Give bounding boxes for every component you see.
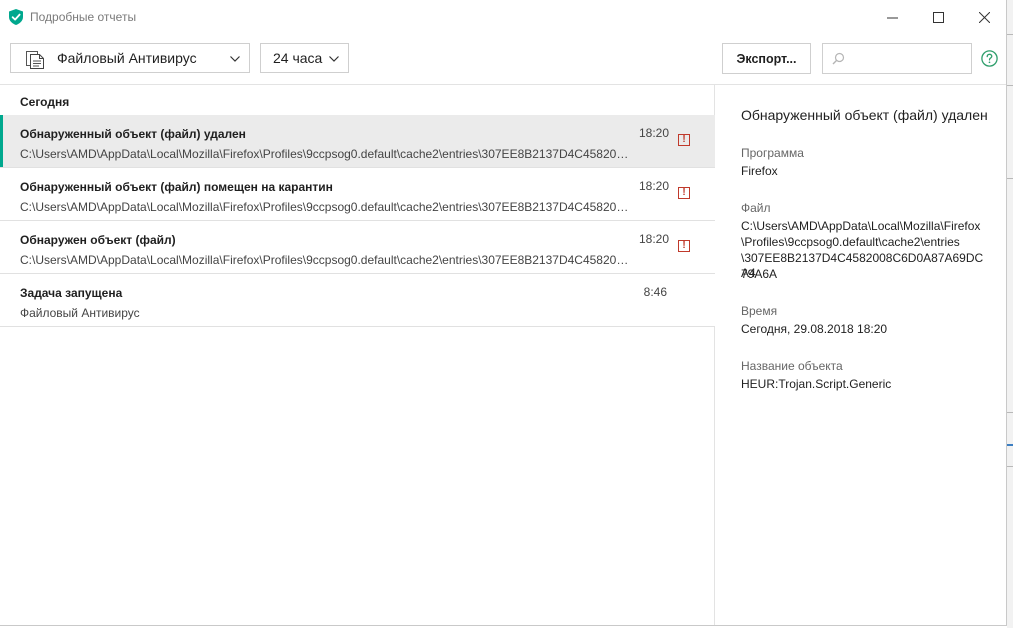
shield-icon: [9, 9, 23, 25]
file-path-line: \Profiles\9ccpsog0.default\cache2\entrie…: [741, 235, 960, 249]
event-path: C:\Users\AMD\AppData\Local\Mozilla\Firef…: [20, 253, 632, 267]
event-time: 18:20: [638, 126, 669, 140]
search-icon: [832, 52, 845, 65]
table-row[interactable]: Обнаружен объект (файл) C:\Users\AMD\App…: [0, 221, 715, 274]
reports-window: Подробные отчеты Файловый Антивирус 24 ч…: [0, 0, 1007, 626]
program-label: Программа: [741, 146, 804, 160]
alert-icon: !: [678, 134, 690, 146]
table-row[interactable]: Обнаруженный объект (файл) удален C:\Use…: [0, 115, 715, 168]
maximize-button[interactable]: [915, 0, 961, 34]
events-list: Сегодня Обнаруженный объект (файл) удале…: [0, 85, 715, 625]
event-title: Обнаруженный объект (файл) удален: [20, 127, 246, 141]
event-title: Обнаружен объект (файл): [20, 233, 176, 247]
event-path: C:\Users\AMD\AppData\Local\Mozilla\Firef…: [20, 200, 632, 214]
event-time: 18:20: [638, 179, 669, 193]
time-value: Сегодня, 29.08.2018 18:20: [741, 322, 888, 336]
minimize-button[interactable]: [869, 0, 915, 34]
event-title: Обнаруженный объект (файл) помещен на ка…: [20, 180, 333, 194]
detail-title: Обнаруженный объект (файл) удален: [741, 107, 988, 123]
event-rows: Обнаруженный объект (файл) удален C:\Use…: [0, 115, 715, 327]
minimize-icon: [886, 17, 898, 18]
alert-icon: !: [678, 240, 690, 252]
alert-icon: !: [678, 187, 690, 199]
export-button[interactable]: Экспорт...: [722, 43, 811, 74]
background-window-edge: [1007, 0, 1013, 628]
time-label: Время: [741, 304, 778, 318]
toolbar: Файловый Антивирус 24 часа Экспорт...: [0, 34, 1006, 85]
component-dropdown[interactable]: Файловый Антивирус: [10, 43, 250, 73]
event-title: Задача запущена: [20, 286, 123, 300]
period-dropdown-label: 24 часа: [273, 50, 323, 66]
event-time: 8:46: [643, 285, 667, 299]
help-icon[interactable]: [981, 50, 998, 67]
event-source: Файловый Антивирус: [20, 306, 140, 320]
period-dropdown[interactable]: 24 часа: [260, 43, 349, 73]
program-value: Firefox: [741, 164, 778, 178]
search-box[interactable]: [822, 43, 972, 74]
title-bar[interactable]: Подробные отчеты: [0, 0, 1006, 34]
chevron-down-icon: [230, 56, 240, 62]
object-name-label: Название объекта: [741, 359, 843, 373]
table-row[interactable]: Задача запущена Файловый Антивирус 8:46: [0, 274, 715, 327]
window-title: Подробные отчеты: [30, 10, 137, 24]
chevron-down-icon: [329, 56, 339, 62]
search-input[interactable]: [851, 48, 970, 71]
maximize-icon: [932, 11, 944, 23]
object-name-value: HEUR:Trojan.Script.Generic: [741, 377, 892, 391]
event-time: 18:20: [638, 232, 669, 246]
close-icon: [978, 11, 990, 23]
document-icon: [26, 51, 44, 69]
file-label: Файл: [741, 201, 771, 215]
event-details: Обнаруженный объект (файл) удален Програ…: [716, 85, 1006, 625]
group-header-today: Сегодня: [20, 95, 70, 109]
event-path: C:\Users\AMD\AppData\Local\Mozilla\Firef…: [20, 147, 632, 161]
component-dropdown-label: Файловый Антивирус: [57, 50, 197, 66]
close-button[interactable]: [961, 0, 1007, 34]
file-path-line: 79A6A: [741, 267, 778, 281]
file-path-line: C:\Users\AMD\AppData\Local\Mozilla\Firef…: [741, 219, 981, 233]
table-row[interactable]: Обнаруженный объект (файл) помещен на ка…: [0, 168, 715, 221]
